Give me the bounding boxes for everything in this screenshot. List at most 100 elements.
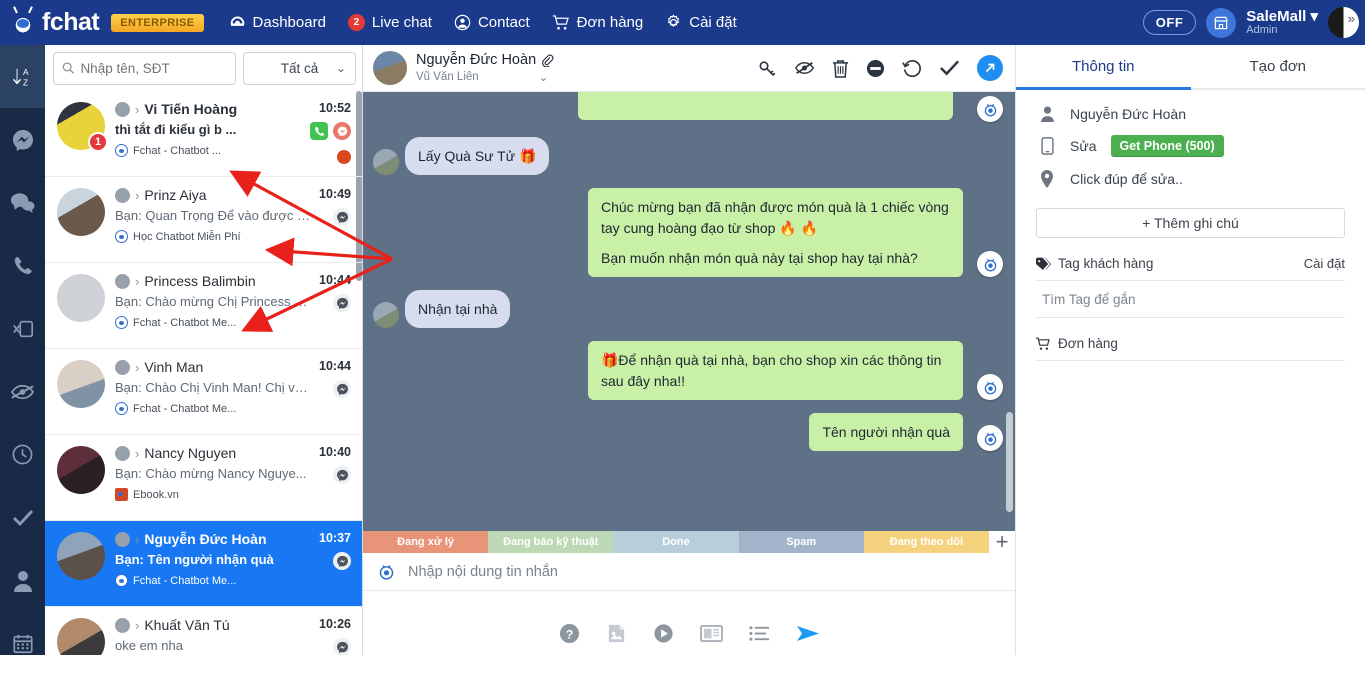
messenger-channel-icon[interactable] <box>333 294 351 312</box>
rail-item-phone[interactable] <box>0 234 45 297</box>
conversation-item[interactable]: 1›Vi Tiến Hoàngthì tắt đi kiểu gì b ...F… <box>45 91 362 177</box>
customer-tag-title-group: Tag khách hàng <box>1036 256 1153 271</box>
tag-settings-link[interactable]: Cài đặt <box>1304 256 1345 271</box>
conversation-item[interactable]: ›Prinz AiyaBạn: Quan Trọng Để vào được l… <box>45 177 362 263</box>
rail-item-comments[interactable] <box>0 171 45 234</box>
messenger-channel-icon[interactable] <box>333 638 351 655</box>
status-tag[interactable]: Đang theo dõi <box>864 531 989 553</box>
chat-assignee-row[interactable]: Vũ Văn Liên ⌄ <box>416 70 554 84</box>
message-area[interactable]: Lấy Quà Sư Tử 🎁Chúc mừng bạn đã nhận đượ… <box>363 92 1015 531</box>
tab-tao-don[interactable]: Tạo đơn <box>1191 45 1365 90</box>
conversation-page: Fchat - Chatbot Me... <box>115 402 352 415</box>
avatar[interactable] <box>1328 7 1359 38</box>
nav-item-orders[interactable]: Đơn hàng <box>552 14 644 31</box>
rail-item-user[interactable] <box>0 549 45 612</box>
history-icon[interactable] <box>902 59 922 78</box>
off-toggle-button[interactable]: OFF <box>1143 10 1197 35</box>
phone-icon <box>1038 137 1056 155</box>
ppt-icon <box>115 488 128 501</box>
conversation-main: ›Khuất Văn Túoke em nha <box>115 615 352 655</box>
info-row-address: Click đúp để sửa.. <box>1016 163 1365 194</box>
conversation-channel-icons <box>319 294 351 312</box>
conversation-channel-icons <box>319 466 351 484</box>
status-tag[interactable]: Đang báo kỹ thuật <box>488 531 613 553</box>
add-note-button[interactable]: + Thêm ghi chú <box>1036 208 1345 238</box>
sender-mini-avatar <box>115 532 130 547</box>
conversation-channel-icons <box>310 122 351 140</box>
conversation-time: 10:37 <box>319 531 351 545</box>
share-icon[interactable] <box>977 55 1003 81</box>
tab-thong-tin[interactable]: Thông tin <box>1016 45 1191 90</box>
status-tag[interactable]: Spam <box>739 531 864 553</box>
cart-icon <box>552 14 570 31</box>
search-input[interactable] <box>80 61 227 76</box>
nav-item-dashboard[interactable]: Dashboard <box>229 14 326 31</box>
conversation-item[interactable]: ›Nguyễn Đức HoànBạn: Tên người nhận quàF… <box>45 521 362 607</box>
conversation-item[interactable]: ›Vinh ManBạn: Chào Chị Vinh Man! Chị vu.… <box>45 349 362 435</box>
status-tag[interactable]: Đang xử lý <box>363 531 488 553</box>
conversation-item[interactable]: ›Khuất Văn Túoke em nha10:26 <box>45 607 362 655</box>
order-section-title: Đơn hàng <box>1058 336 1118 351</box>
tag-search-input[interactable]: Tìm Tag để gắn <box>1036 281 1345 318</box>
get-phone-button[interactable]: Get Phone (500) <box>1111 135 1224 157</box>
card-icon[interactable] <box>700 624 723 643</box>
info-phone-edit-label[interactable]: Sửa <box>1070 138 1097 154</box>
rail-item-sort-az[interactable]: AZ <box>0 45 45 108</box>
question-icon[interactable]: ? <box>559 623 580 644</box>
sender-mini-avatar <box>115 618 130 633</box>
send-icon[interactable] <box>796 623 820 644</box>
trash-icon[interactable] <box>832 59 849 78</box>
conversation-item[interactable]: ›Princess BalimbinBạn: Chào mừng Chị Pri… <box>45 263 362 349</box>
nav-item-live-chat[interactable]: 2 Live chat <box>348 14 432 31</box>
list-icon[interactable] <box>749 624 770 643</box>
video-icon[interactable] <box>653 623 674 644</box>
messenger-channel-icon[interactable] <box>333 380 351 398</box>
nav-label-settings: Cài đặt <box>689 14 737 31</box>
check-icon <box>11 507 35 529</box>
conversation-page: Ebook.vn <box>115 488 352 501</box>
contact-avatar[interactable] <box>373 51 407 85</box>
block-icon[interactable] <box>866 59 885 78</box>
message-composer[interactable]: Nhập nội dung tin nhắn <box>363 553 1015 591</box>
rail-item-messenger[interactable] <box>0 108 45 171</box>
conversation-avatar-wrap <box>57 446 105 494</box>
conversation-time: 10:44 <box>319 273 351 287</box>
avatar <box>57 532 105 580</box>
rail-item-no-phone[interactable] <box>0 297 45 360</box>
filter-dropdown[interactable]: Tất cả ⌄ <box>243 52 356 85</box>
avatar <box>57 188 105 236</box>
conversation-item[interactable]: ›Nancy NguyenBạn: Chào mừng Nancy Nguye.… <box>45 435 362 521</box>
messenger-channel-icon[interactable] <box>333 552 351 570</box>
shop-account[interactable]: SaleMall ▾ Admin <box>1246 9 1318 37</box>
chevron-right-icon: › <box>135 532 139 547</box>
rail-item-calendar[interactable] <box>0 612 45 675</box>
rail-item-clock[interactable] <box>0 423 45 486</box>
eye-slash-icon[interactable] <box>794 59 815 77</box>
cart-icon <box>1036 337 1051 351</box>
conversation-main: ›Prinz AiyaBạn: Quan Trọng Để vào được l… <box>115 185 352 262</box>
conversation-list[interactable]: 1›Vi Tiến Hoàngthì tắt đi kiểu gì b ...F… <box>45 91 362 655</box>
message-bubble-partial <box>578 92 953 120</box>
phone-channel-icon[interactable] <box>310 122 328 140</box>
messenger-channel-icon[interactable] <box>333 208 351 226</box>
messenger-channel-icon[interactable] <box>333 466 351 484</box>
conversation-channel-icons <box>319 380 351 398</box>
nav-item-settings[interactable]: Cài đặt <box>665 14 737 31</box>
messenger-channel-icon[interactable] <box>333 122 351 140</box>
nav-item-contact[interactable]: Contact <box>454 14 530 31</box>
rail-item-eye-slash[interactable] <box>0 360 45 423</box>
conversation-title-row: ›Vinh Man <box>115 359 352 375</box>
rail-item-check[interactable] <box>0 486 45 549</box>
image-icon[interactable] <box>606 623 627 644</box>
add-tag-button[interactable]: + <box>989 529 1015 555</box>
info-address-label[interactable]: Click đúp để sửa.. <box>1070 171 1183 187</box>
status-tag[interactable]: Done <box>613 531 738 553</box>
composer-placeholder: Nhập nội dung tin nhắn <box>408 564 558 580</box>
check-icon[interactable] <box>939 59 960 77</box>
conversation-preview: thì tắt đi kiểu gì b ... <box>115 122 310 137</box>
brand-logo-area[interactable]: fchat ENTERPRISE <box>10 8 204 37</box>
key-icon[interactable] <box>758 59 777 78</box>
chevron-right-icon: › <box>135 360 139 375</box>
search-box[interactable] <box>53 52 236 85</box>
shop-icon[interactable] <box>1206 8 1236 38</box>
